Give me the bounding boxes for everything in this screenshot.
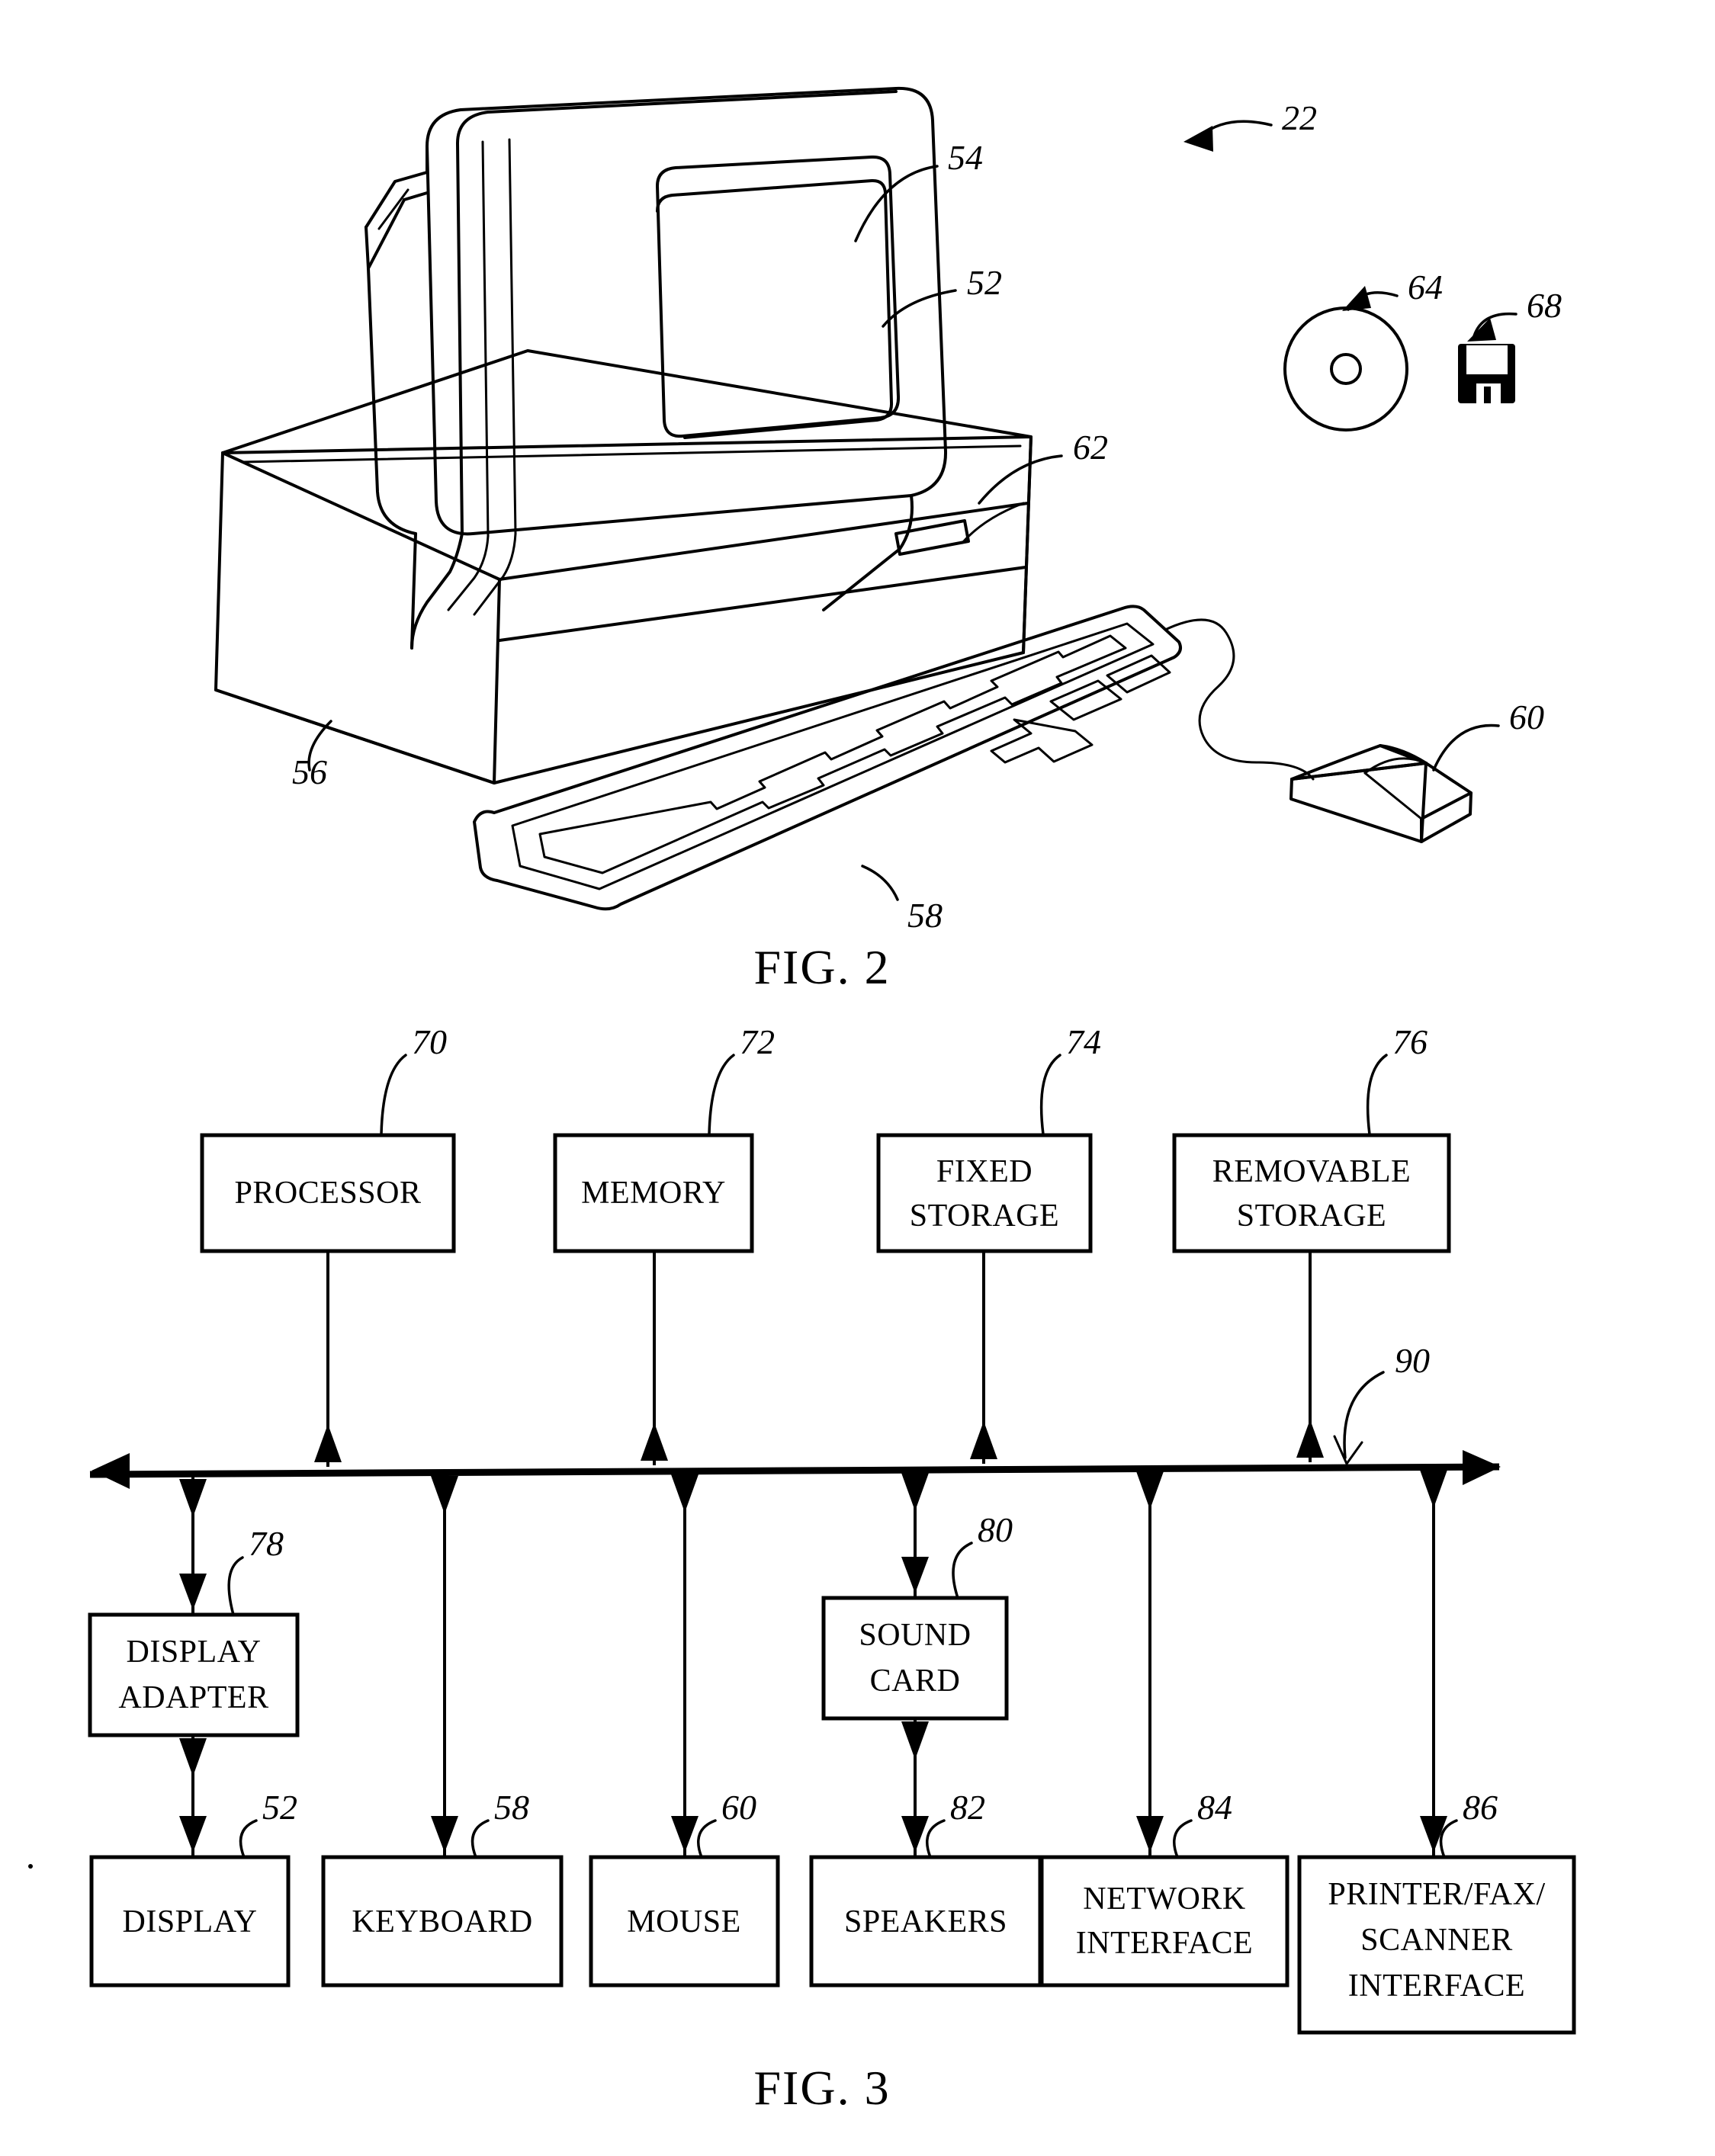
block-display-adapter: DISPLAY ADAPTER (88, 1612, 300, 1737)
figure-3-caption: FIG. 3 (753, 2061, 890, 2115)
block-label-network-interface-line2: INTERFACE (1076, 1926, 1253, 1961)
ref-label-82: 82 (950, 1788, 985, 1827)
ref-label-54: 54 (948, 138, 983, 177)
ref-label-64: 64 (1408, 268, 1443, 306)
registration-tick (28, 1864, 33, 1869)
block-label-removable-storage-line2: STORAGE (1237, 1198, 1386, 1234)
block-label-printer-line3: INTERFACE (1348, 1968, 1525, 2004)
block-label-sound-card-line1: SOUND (859, 1618, 971, 1653)
block-label-network-interface-line1: NETWORK (1083, 1882, 1245, 1917)
top-row-reference-leaders: 70 72 74 76 (380, 1022, 1428, 1136)
keyboard (473, 605, 1182, 911)
block-label-display: DISPLAY (123, 1904, 258, 1939)
monitor-display (365, 86, 948, 650)
block-label-mouse: MOUSE (627, 1904, 741, 1939)
figure-2-caption: FIG. 2 (753, 940, 890, 994)
ref-label-56: 56 (292, 752, 327, 791)
block-display: DISPLAY (89, 1855, 291, 1988)
lower-connectors (179, 1467, 1447, 1857)
ref-label-58-fig3: 58 (494, 1788, 529, 1827)
ref-label-62: 62 (1073, 428, 1108, 467)
block-removable-storage: REMOVABLE STORAGE (1172, 1133, 1451, 1253)
block-keyboard: KEYBOARD (321, 1855, 564, 1988)
optical-disc (1283, 306, 1408, 432)
block-label-fixed-storage-line1: FIXED (936, 1154, 1033, 1189)
bottom-row-reference-leaders: 52 58 60 82 84 86 (239, 1788, 1498, 1859)
patent-drawing-sheet: 22 54 52 62 56 58 60 64 68 FIG. 2 90 PRO… (0, 0, 1715, 2156)
block-label-display-adapter-line2: ADAPTER (118, 1680, 268, 1715)
block-fixed-storage: FIXED STORAGE (876, 1133, 1093, 1253)
system-unit-case (214, 349, 1033, 784)
ref-label-90: 90 (1395, 1341, 1430, 1380)
mouse-cable (1164, 618, 1315, 781)
system-bus: 90 (89, 1341, 1501, 1489)
ref-label-74: 74 (1066, 1022, 1101, 1061)
block-processor: PROCESSOR (200, 1133, 456, 1253)
block-label-processor: PROCESSOR (235, 1176, 422, 1211)
block-label-sound-card-line2: CARD (870, 1664, 961, 1699)
block-sound-card: SOUND CARD (821, 1596, 1009, 1721)
ref-label-78: 78 (249, 1524, 284, 1563)
ref-label-72: 72 (740, 1022, 775, 1061)
ref-label-52-fig3: 52 (262, 1788, 297, 1827)
block-label-printer-line2: SCANNER (1360, 1923, 1513, 1958)
ref-label-58: 58 (907, 896, 943, 935)
figure-3-group: 90 PROCESSOR MEMORY FIXED STORAGE REMOVA… (88, 1022, 1576, 2115)
ref-label-52: 52 (967, 263, 1002, 302)
ref-label-80: 80 (978, 1510, 1013, 1549)
block-label-memory: MEMORY (581, 1176, 726, 1211)
ref-label-76: 76 (1392, 1022, 1428, 1061)
block-speakers: SPEAKERS (809, 1855, 1042, 1988)
block-printer-fax-scanner-interface: PRINTER/FAX/ SCANNER INTERFACE (1297, 1855, 1576, 2035)
block-label-printer-line1: PRINTER/FAX/ (1328, 1877, 1545, 1912)
middle-row-boxes: DISPLAY ADAPTER SOUND CARD (88, 1596, 1009, 1737)
mouse (1289, 744, 1473, 843)
block-memory: MEMORY (553, 1133, 754, 1253)
top-row-boxes: PROCESSOR MEMORY FIXED STORAGE REMOVABLE… (200, 1133, 1451, 1253)
block-label-fixed-storage-line2: STORAGE (910, 1198, 1059, 1234)
ref-label-70: 70 (412, 1022, 447, 1061)
ref-label-60: 60 (1509, 698, 1544, 736)
figure-2-group: 22 54 52 62 56 58 60 64 68 FIG. 2 (214, 86, 1562, 994)
ref-label-68: 68 (1527, 286, 1562, 325)
bottom-row-boxes: DISPLAY KEYBOARD MOUSE SPEAKERS NETWORK … (89, 1855, 1576, 2035)
block-label-speakers: SPEAKERS (844, 1904, 1007, 1939)
ref-label-84: 84 (1197, 1788, 1232, 1827)
block-label-keyboard: KEYBOARD (352, 1904, 532, 1939)
floppy-diskette (1458, 344, 1515, 403)
ref-label-60-fig3: 60 (721, 1788, 756, 1827)
block-network-interface: NETWORK INTERFACE (1039, 1855, 1289, 1988)
block-mouse: MOUSE (589, 1855, 780, 1988)
block-label-removable-storage-line1: REMOVABLE (1212, 1154, 1411, 1189)
block-label-display-adapter-line1: DISPLAY (127, 1635, 262, 1670)
ref-label-22: 22 (1282, 98, 1317, 137)
top-row-connectors (314, 1220, 1324, 1467)
ref-label-86: 86 (1463, 1788, 1498, 1827)
